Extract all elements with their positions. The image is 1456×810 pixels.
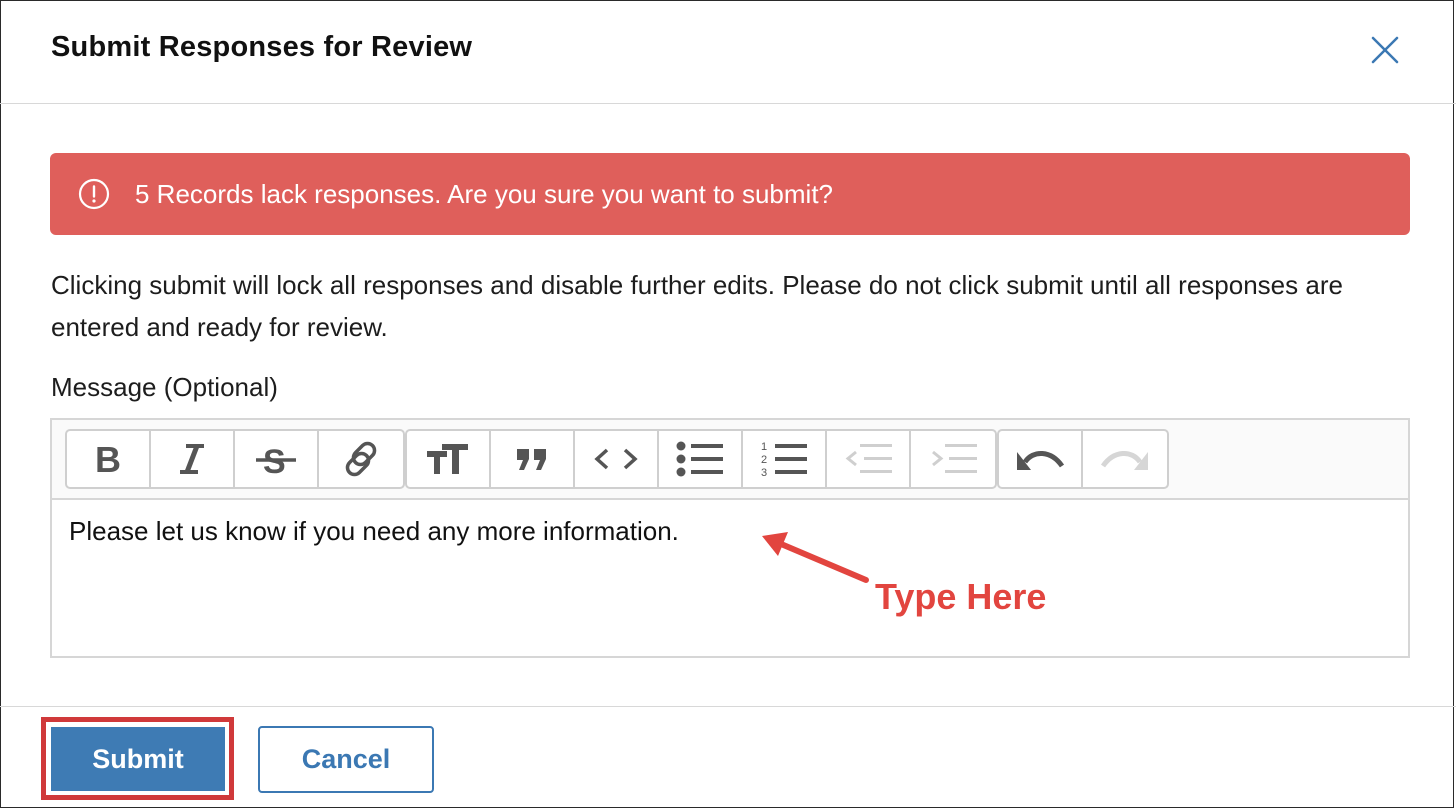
strikethrough-icon: S [254,442,298,476]
bullet-list-button[interactable] [659,431,743,487]
warning-alert: 5 Records lack responses. Are you sure y… [50,153,1410,235]
dialog-title: Submit Responses for Review [51,31,473,63]
dialog-header: Submit Responses for Review [0,0,1456,104]
block-group: 123 [405,429,997,489]
footer-divider [0,706,1456,707]
history-group [997,429,1169,489]
link-button[interactable] [319,431,403,487]
strikethrough-button[interactable]: S [235,431,319,487]
message-label: Message (Optional) [51,372,278,402]
numbered-list-icon: 123 [760,439,808,479]
quote-icon [514,445,550,473]
numbered-list-button[interactable]: 123 [743,431,827,487]
link-icon [341,439,381,479]
format-group: B S [65,429,405,489]
svg-text:B: B [95,442,121,476]
bold-icon: B [93,442,123,476]
undo-button[interactable] [999,431,1083,487]
redo-button[interactable] [1083,431,1167,487]
decrease-indent-button[interactable] [827,431,911,487]
redo-icon [1100,444,1150,474]
close-icon[interactable] [1368,33,1402,67]
alert-text: 5 Records lack responses. Are you sure y… [135,179,834,209]
message-input[interactable]: Please let us know if you need any more … [69,516,679,547]
heading-icon [426,442,470,476]
submit-button[interactable]: Submit [51,727,225,791]
svg-text:2: 2 [761,454,767,466]
submit-description: Clicking submit will lock all responses … [51,270,1343,342]
svg-text:3: 3 [761,467,767,479]
cancel-button[interactable]: Cancel [258,726,434,793]
increase-indent-icon [929,441,977,477]
annotation-label: Type Here [875,576,1047,617]
exclamation-circle-icon [78,178,110,210]
increase-indent-button[interactable] [911,431,995,487]
heading-button[interactable] [407,431,491,487]
code-button[interactable] [575,431,659,487]
decrease-indent-icon [844,441,892,477]
annotation-arrow-icon [762,532,869,583]
bullet-list-icon [676,440,724,478]
dialog-frame [0,0,1454,808]
message-editor: B S 1 2 3 Please let us know if you need… [50,418,1410,658]
svg-text:1: 1 [761,441,767,453]
bold-button[interactable]: B [67,431,151,487]
undo-icon [1015,444,1065,474]
italic-button[interactable] [151,431,235,487]
editor-toolbar: B S 1 2 3 [52,420,1408,500]
quote-button[interactable] [491,431,575,487]
italic-icon [177,442,207,476]
code-icon [594,447,638,471]
